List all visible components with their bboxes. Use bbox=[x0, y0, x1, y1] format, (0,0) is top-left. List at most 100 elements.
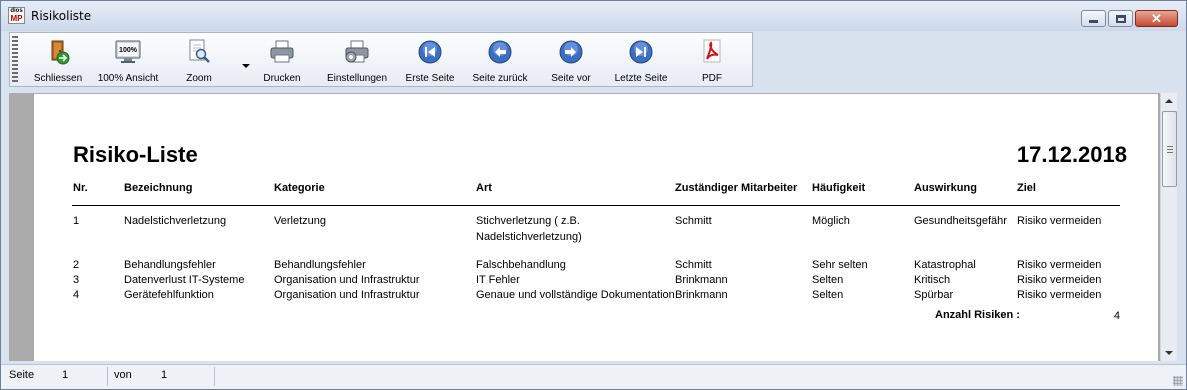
close-report-label: Schliessen bbox=[33, 73, 83, 84]
print-button[interactable]: Drucken bbox=[258, 33, 306, 88]
row-2-auswirkung: Katastrophal bbox=[914, 259, 976, 271]
status-separator bbox=[107, 367, 108, 386]
row-2-haeufigkeit: Sehr selten bbox=[812, 259, 868, 271]
column-header-kategorie: Kategorie bbox=[274, 182, 325, 194]
column-header-mitarbeiter: Zuständiger Mitarbeiter bbox=[675, 182, 798, 194]
window-title: Risikoliste bbox=[31, 9, 92, 23]
row-2-bezeichnung: Behandlungsfehler bbox=[124, 259, 216, 271]
vertical-scrollbar[interactable] bbox=[1160, 93, 1177, 361]
header-divider bbox=[72, 205, 1120, 206]
row-1-mitarbeiter: Schmitt bbox=[675, 215, 712, 227]
zoom-100-button[interactable]: 100% 100% Ansicht bbox=[94, 33, 162, 88]
column-header-auswirkung: Auswirkung bbox=[914, 182, 977, 194]
status-page-value: 1 bbox=[62, 369, 69, 381]
risk-count-value: 4 bbox=[1113, 310, 1120, 322]
row-3-art: IT Fehler bbox=[476, 274, 520, 286]
monitor-100-icon: 100% bbox=[115, 40, 141, 63]
maximize-button[interactable] bbox=[1108, 10, 1133, 27]
column-header-haeufigkeit: Häufigkeit bbox=[812, 182, 866, 194]
print-settings-label: Einstellungen bbox=[326, 73, 388, 84]
row-4-bezeichnung: Gerätefehlfunktion bbox=[124, 289, 214, 301]
toolbar: Schliessen 100% 100% Ansicht Zoom Drucke… bbox=[9, 32, 753, 87]
next-page-icon bbox=[559, 40, 583, 64]
row-3-mitarbeiter: Brinkmann bbox=[675, 274, 728, 286]
zoom-label: Zoom bbox=[186, 73, 212, 84]
row-3-bezeichnung: Datenverlust IT-Systeme bbox=[124, 274, 245, 286]
app-logo-bottom-text: MP bbox=[10, 14, 23, 23]
row-2-mitarbeiter: Schmitt bbox=[675, 259, 712, 271]
last-page-label: Letzte Seite bbox=[614, 73, 668, 84]
minimize-icon bbox=[1089, 20, 1098, 23]
report-page: Risiko-Liste 17.12.2018 Nr. Bezeichnung … bbox=[34, 94, 1158, 361]
print-label: Drucken bbox=[263, 73, 301, 84]
column-header-art: Art bbox=[476, 182, 492, 194]
row-4-ziel: Risiko vermeiden bbox=[1017, 289, 1102, 301]
row-4-art: Genaue und vollständige Dokumentation bbox=[476, 289, 675, 301]
row-4-nr: 4 bbox=[73, 289, 80, 301]
printer-icon bbox=[270, 40, 294, 63]
resize-grip-icon[interactable] bbox=[1173, 376, 1183, 386]
next-page-button[interactable]: Seite vor bbox=[546, 33, 596, 88]
first-page-label: Erste Seite bbox=[405, 73, 455, 84]
row-1-art-line2: Nadelstichverletzung) bbox=[476, 231, 582, 243]
pdf-export-button[interactable]: PDF bbox=[692, 33, 732, 88]
row-4-haeufigkeit: Selten bbox=[812, 289, 844, 301]
row-2-ziel: Risiko vermeiden bbox=[1017, 259, 1102, 271]
scrollbar-thumb[interactable] bbox=[1162, 111, 1177, 187]
row-1-ziel: Risiko vermeiden bbox=[1017, 215, 1102, 227]
pdf-export-label: PDF bbox=[702, 73, 722, 84]
status-separator bbox=[214, 367, 215, 386]
window-close-button[interactable]: ✕ bbox=[1135, 10, 1178, 27]
previous-page-button[interactable]: Seite zurück bbox=[468, 33, 532, 88]
window-controls: ✕ bbox=[1079, 10, 1178, 28]
close-icon: ✕ bbox=[1151, 10, 1162, 26]
row-1-nr: 1 bbox=[73, 215, 80, 227]
first-page-icon bbox=[418, 40, 442, 64]
door-exit-icon bbox=[51, 40, 70, 65]
row-3-ziel: Risiko vermeiden bbox=[1017, 274, 1102, 286]
last-page-icon bbox=[629, 40, 653, 64]
printer-settings-icon bbox=[345, 40, 369, 63]
row-2-nr: 2 bbox=[73, 259, 80, 271]
first-page-button[interactable]: Erste Seite bbox=[400, 33, 460, 88]
title-bar: dios MP Risikoliste ✕ bbox=[1, 1, 1186, 31]
previous-page-icon bbox=[488, 40, 512, 64]
print-settings-button[interactable]: Einstellungen bbox=[324, 33, 390, 88]
report-date: 17.12.2018 bbox=[1016, 142, 1127, 167]
toolbar-grip[interactable] bbox=[12, 36, 18, 84]
previous-page-label: Seite zurück bbox=[472, 73, 528, 84]
status-bar: Seite 1 von 1 bbox=[1, 364, 1186, 389]
row-3-haeufigkeit: Selten bbox=[812, 274, 844, 286]
maximize-icon bbox=[1115, 14, 1126, 23]
scroll-down-arrow-icon[interactable] bbox=[1165, 351, 1173, 355]
row-1-auswirkung: Gesundheitsgefähr bbox=[914, 215, 1007, 227]
status-page-label: Seite bbox=[9, 369, 35, 381]
row-4-kategorie: Organisation und Infrastruktur bbox=[274, 289, 420, 301]
magnifier-page-icon bbox=[189, 39, 210, 63]
last-page-button[interactable]: Letzte Seite bbox=[610, 33, 672, 88]
report-preview-area[interactable]: Risiko-Liste 17.12.2018 Nr. Bezeichnung … bbox=[9, 93, 1160, 361]
zoom-100-label: 100% Ansicht bbox=[97, 73, 159, 84]
row-2-art: Falschbehandlung bbox=[476, 259, 566, 271]
monitor-100-text: 100% bbox=[119, 47, 138, 54]
report-title: Risiko-Liste bbox=[73, 142, 198, 167]
minimize-button[interactable] bbox=[1081, 10, 1106, 27]
column-header-bezeichnung: Bezeichnung bbox=[124, 182, 193, 194]
scroll-up-arrow-icon[interactable] bbox=[1165, 99, 1173, 103]
row-4-mitarbeiter: Brinkmann bbox=[675, 289, 728, 301]
row-1-art-line1: Stichverletzung ( z.B. bbox=[476, 215, 580, 227]
next-page-label: Seite vor bbox=[551, 73, 591, 84]
scrollbar-grip-icon bbox=[1167, 146, 1173, 153]
status-of-label: von bbox=[114, 369, 132, 381]
column-header-nr: Nr. bbox=[73, 182, 88, 194]
row-2-kategorie: Behandlungsfehler bbox=[274, 259, 366, 271]
zoom-dropdown-arrow-icon[interactable] bbox=[242, 64, 250, 68]
row-3-auswirkung: Kritisch bbox=[914, 274, 951, 286]
close-report-button[interactable]: Schliessen bbox=[32, 33, 84, 88]
zoom-button[interactable]: Zoom bbox=[176, 33, 222, 88]
risk-count-label: Anzahl Risiken : bbox=[935, 309, 1020, 321]
pdf-icon bbox=[703, 39, 721, 63]
report-viewer-window: dios MP Risikoliste ✕ Schliessen 100% 10… bbox=[0, 0, 1187, 390]
row-3-nr: 3 bbox=[73, 274, 80, 286]
column-header-ziel: Ziel bbox=[1017, 182, 1036, 194]
